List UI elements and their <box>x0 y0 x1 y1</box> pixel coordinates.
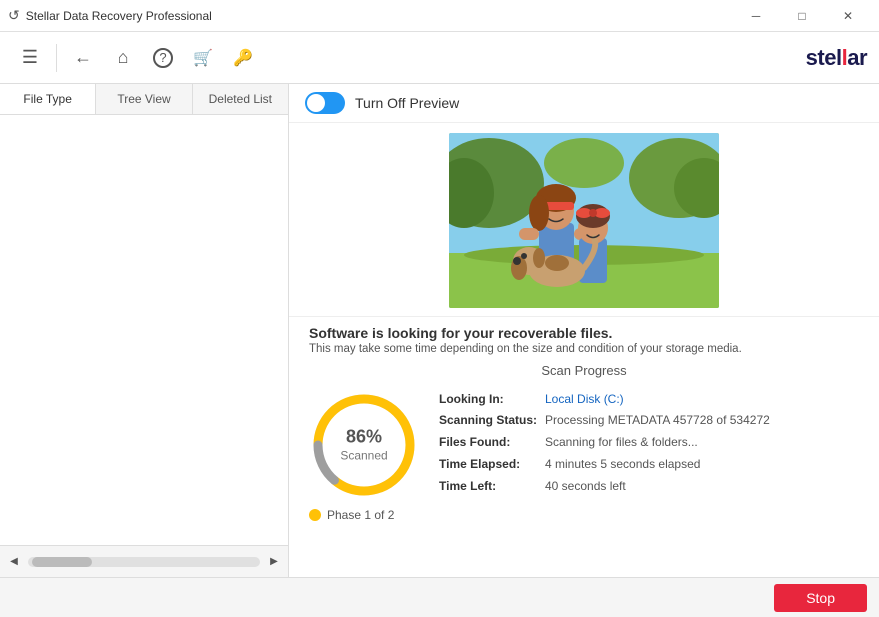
toggle-knob <box>307 94 325 112</box>
preview-image-area <box>289 123 879 317</box>
tab-bar: File Type Tree View Deleted List <box>0 84 288 115</box>
scroll-left-button[interactable]: ◀ <box>4 552 24 572</box>
stop-button[interactable]: Stop <box>774 584 867 612</box>
preview-toggle-label: Turn Off Preview <box>355 95 459 111</box>
scroll-right-button[interactable]: ▶ <box>264 552 284 572</box>
back-icon: ← <box>74 47 92 68</box>
stat-looking-in: Looking In: Local Disk (C:) <box>439 391 859 408</box>
cart-icon: 🛒 <box>193 48 213 68</box>
horizontal-scrollbar[interactable]: ◀ ▶ <box>0 545 288 577</box>
scan-subtitle: This may take some time depending on the… <box>309 343 859 355</box>
menu-button[interactable]: ☰ <box>12 40 48 76</box>
scroll-thumb[interactable] <box>32 557 92 567</box>
app-logo: stellar <box>806 45 867 71</box>
key-icon: 🔑 <box>233 48 253 68</box>
main-layout: File Type Tree View Deleted List ◀ ▶ Tur… <box>0 84 879 577</box>
bottom-bar: Stop <box>0 577 879 617</box>
stat-val-files-found: Scanning for files & folders... <box>545 434 698 451</box>
cart-button[interactable]: 🛒 <box>185 40 221 76</box>
tab-deleted-list[interactable]: Deleted List <box>193 84 288 114</box>
title-bar-icon: ↺ <box>8 7 20 24</box>
stat-val-time-elapsed: 4 minutes 5 seconds elapsed <box>545 456 700 473</box>
home-button[interactable]: ⌂ <box>105 40 141 76</box>
preview-photo-svg <box>449 133 719 308</box>
menu-icon: ☰ <box>22 47 38 68</box>
scan-progress-label: Scan Progress <box>309 363 859 378</box>
stat-val-scanning-status: Processing METADATA 457728 of 534272 <box>545 412 770 429</box>
left-panel: File Type Tree View Deleted List ◀ ▶ <box>0 84 289 577</box>
stat-time-left: Time Left: 40 seconds left <box>439 478 859 495</box>
phase-row: Phase 1 of 2 <box>289 508 879 530</box>
help-button[interactable]: ? <box>145 40 181 76</box>
progress-area: 86% Scanned Looking In: Local Disk (C:) … <box>289 390 879 508</box>
phase-dot-icon <box>309 509 321 521</box>
stat-val-looking-in: Local Disk (C:) <box>545 391 624 408</box>
maximize-button[interactable]: □ <box>779 0 825 32</box>
stat-key-time-left: Time Left: <box>439 478 539 495</box>
stat-key-scanning-status: Scanning Status: <box>439 412 539 429</box>
close-button[interactable]: ✕ <box>825 0 871 32</box>
progress-text: 86% Scanned <box>340 426 387 465</box>
phase-text: Phase 1 of 2 <box>327 508 394 522</box>
left-panel-content <box>0 115 288 545</box>
progress-percentage: 86% <box>340 426 387 449</box>
stat-time-elapsed: Time Elapsed: 4 minutes 5 seconds elapse… <box>439 456 859 473</box>
title-bar: ↺ Stellar Data Recovery Professional ─ □… <box>0 0 879 32</box>
stat-key-files-found: Files Found: <box>439 434 539 451</box>
circular-progress: 86% Scanned <box>309 390 419 500</box>
preview-toggle[interactable] <box>305 92 345 114</box>
scan-title: Software is looking for your recoverable… <box>309 325 859 341</box>
key-button[interactable]: 🔑 <box>225 40 261 76</box>
home-icon: ⌂ <box>118 47 129 68</box>
right-panel: Turn Off Preview <box>289 84 879 577</box>
scroll-track[interactable] <box>28 557 260 567</box>
preview-image <box>449 133 719 308</box>
toolbar-divider <box>56 44 57 72</box>
stat-scanning-status: Scanning Status: Processing METADATA 457… <box>439 412 859 429</box>
title-bar-title: Stellar Data Recovery Professional <box>26 9 212 23</box>
help-icon: ? <box>153 48 173 68</box>
toolbar: ☰ ← ⌂ ? 🛒 🔑 stellar <box>0 32 879 84</box>
stat-val-time-left: 40 seconds left <box>545 478 626 495</box>
logo-dot: l <box>842 45 848 70</box>
stat-key-time-elapsed: Time Elapsed: <box>439 456 539 473</box>
progress-scanned-label: Scanned <box>340 449 387 465</box>
tab-file-type[interactable]: File Type <box>0 84 96 114</box>
scan-stats: Looking In: Local Disk (C:) Scanning Sta… <box>439 391 859 500</box>
tab-tree-view[interactable]: Tree View <box>96 84 192 114</box>
stat-key-looking-in: Looking In: <box>439 391 539 408</box>
scan-info: Software is looking for your recoverable… <box>289 317 879 390</box>
title-bar-left: ↺ Stellar Data Recovery Professional <box>8 7 212 24</box>
preview-bar: Turn Off Preview <box>289 84 879 123</box>
minimize-button[interactable]: ─ <box>733 0 779 32</box>
stat-files-found: Files Found: Scanning for files & folder… <box>439 434 859 451</box>
title-bar-controls: ─ □ ✕ <box>733 0 871 32</box>
back-button[interactable]: ← <box>65 40 101 76</box>
